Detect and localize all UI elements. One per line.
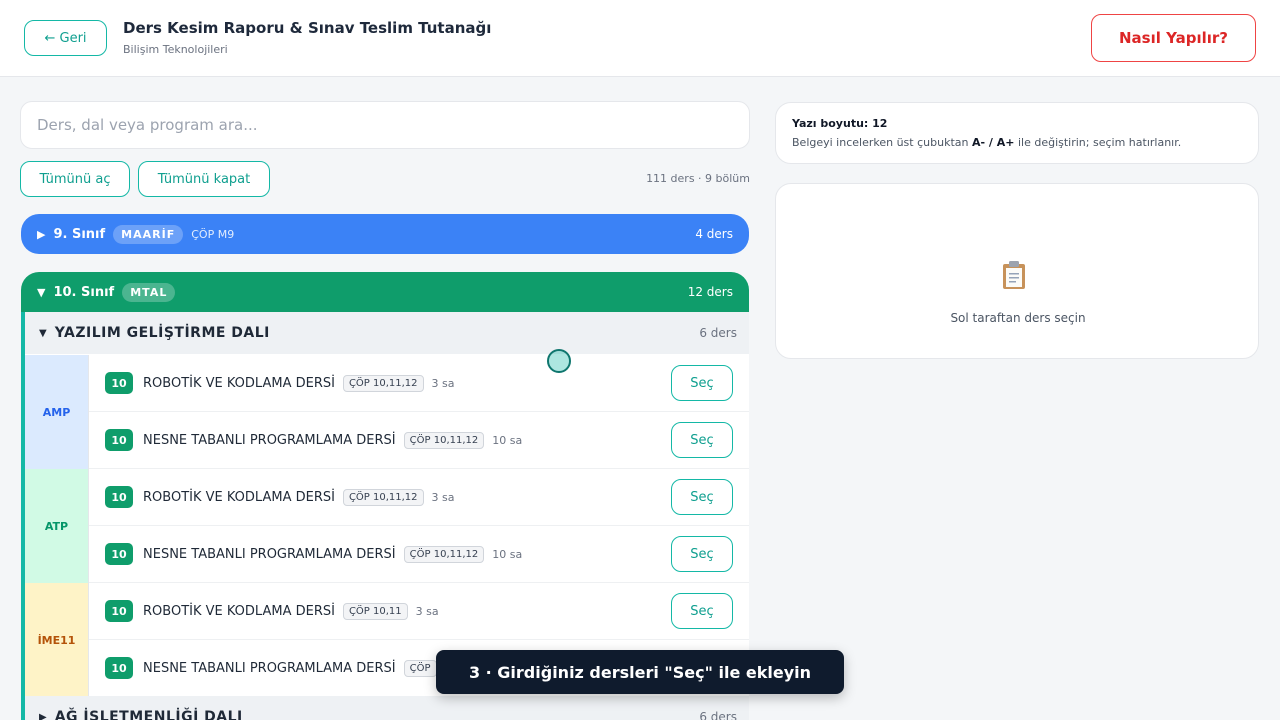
dal-name: YAZILIM GELİŞTİRME DALI [54, 325, 270, 341]
collapse-all-button[interactable]: Tümünü kapat [138, 161, 270, 197]
course-hours: 10 sa [492, 547, 523, 561]
chevron-right-icon: ▶ [37, 227, 46, 241]
course-name: NESNE TABANLI PROGRAMLAMA DERSİ [143, 432, 396, 448]
font-size-title: Yazı boyutu: 12 [792, 117, 888, 130]
course-name: NESNE TABANLI PROGRAMLAMA DERSİ [143, 660, 396, 676]
level-badge: 10 [105, 372, 133, 394]
empty-state-text: Sol taraftan ders seçin [950, 311, 1086, 325]
dal-name: AĞ İŞLETMENLİĞİ DALI [54, 709, 243, 720]
page-subtitle: Bilişim Teknolojileri [123, 43, 228, 56]
course-name: ROBOTİK VE KODLAMA DERSİ [143, 603, 335, 619]
help-button[interactable]: Nasıl Yapılır? [1091, 14, 1256, 62]
chevron-right-icon: ▶ [39, 711, 47, 720]
course-row: 10 ROBOTİK VE KODLAMA DERSİ ÇÖP 10,11 3 … [89, 583, 749, 640]
select-course-button[interactable]: Seç [671, 365, 733, 401]
cop-tag: ÇÖP 10,11,12 [403, 545, 485, 563]
course-hours: 3 sa [415, 604, 439, 618]
dal-header-ag[interactable]: ▶ AĞ İŞLETMENLİĞİ DALI 6 ders [25, 696, 749, 720]
level-badge: 10 [105, 543, 133, 565]
curriculum-badge: MTAL [122, 282, 176, 302]
level-badge: 10 [105, 486, 133, 508]
grade-count: 12 ders [687, 285, 733, 299]
program-label-amp: AMP [25, 355, 89, 469]
expand-all-button[interactable]: Tümünü aç [20, 161, 130, 197]
cop-tag: ÇÖP 10,11 [342, 602, 408, 620]
top-header: ← Geri Ders Kesim Raporu & Sınav Teslim … [0, 0, 1280, 77]
font-size-description: Belgeyi incelerken üst çubuktan A- / A+ … [792, 136, 1182, 149]
select-course-button[interactable]: Seç [671, 479, 733, 515]
course-row: 10 NESNE TABANLI PROGRAMLAMA DERSİ ÇÖP 1… [89, 412, 749, 469]
chevron-down-icon: ▼ [37, 285, 46, 299]
cursor-indicator [547, 349, 571, 373]
grade-name: 9. Sınıf [53, 226, 106, 242]
course-hours: 3 sa [431, 376, 455, 390]
course-name: ROBOTİK VE KODLAMA DERSİ [143, 375, 335, 391]
dal-count: 6 ders [699, 710, 737, 720]
course-hours: 10 sa [492, 433, 523, 447]
detail-panel: Sol taraftan ders seçin [775, 183, 1259, 359]
course-row: 10 ROBOTİK VE KODLAMA DERSİ ÇÖP 10,11,12… [89, 469, 749, 526]
page-title: Ders Kesim Raporu & Sınav Teslim Tutanağ… [123, 19, 492, 37]
course-row: 10 NESNE TABANLI PROGRAMLAMA DERSİ ÇÖP 1… [89, 526, 749, 583]
grade-name: 10. Sınıf [53, 284, 115, 300]
course-row: 10 ROBOTİK VE KODLAMA DERSİ ÇÖP 10,11,12… [89, 355, 749, 412]
course-name: ROBOTİK VE KODLAMA DERSİ [143, 489, 335, 505]
font-size-keys: A- / A+ [971, 136, 1015, 149]
select-course-button[interactable]: Seç [671, 593, 733, 629]
cop-tag: ÇÖP 10,11,12 [342, 374, 424, 392]
program-label-atp: ATP [25, 469, 89, 583]
level-badge: 10 [105, 429, 133, 451]
back-button[interactable]: ← Geri [24, 20, 107, 56]
search-input[interactable]: Ders, dal veya program ara... [20, 101, 750, 149]
select-course-button[interactable]: Seç [671, 422, 733, 458]
font-size-card: Yazı boyutu: 12 Belgeyi incelerken üst ç… [775, 102, 1259, 164]
course-summary: 111 ders · 9 bölüm [646, 172, 750, 185]
grade-count: 4 ders [695, 227, 733, 241]
cop-tag: ÇÖP [403, 659, 437, 677]
clipboard-icon [1003, 261, 1025, 289]
level-badge: 10 [105, 600, 133, 622]
select-course-button[interactable]: Seç [671, 536, 733, 572]
level-badge: 10 [105, 657, 133, 679]
dal-header-yazilim[interactable]: ▼ YAZILIM GELİŞTİRME DALI 6 ders [25, 312, 749, 354]
curriculum-badge: MAARİF [113, 224, 184, 244]
course-name: NESNE TABANLI PROGRAMLAMA DERSİ [143, 546, 396, 562]
grade-code: ÇÖP M9 [191, 227, 235, 241]
course-hours: 3 sa [431, 490, 455, 504]
dal-count: 6 ders [699, 326, 737, 340]
program-label-ime11: İME11 [25, 583, 89, 697]
grade-10-header[interactable]: ▼ 10. Sınıf MTAL 12 ders [21, 272, 749, 312]
cop-tag: ÇÖP 10,11,12 [403, 431, 485, 449]
grade-9-header[interactable]: ▶ 9. Sınıf MAARİF ÇÖP M9 4 ders [21, 214, 749, 254]
chevron-down-icon: ▼ [39, 327, 47, 339]
cop-tag: ÇÖP 10,11,12 [342, 488, 424, 506]
tutorial-toast: 3 · Girdiğiniz dersleri "Seç" ile ekleyi… [436, 650, 844, 694]
